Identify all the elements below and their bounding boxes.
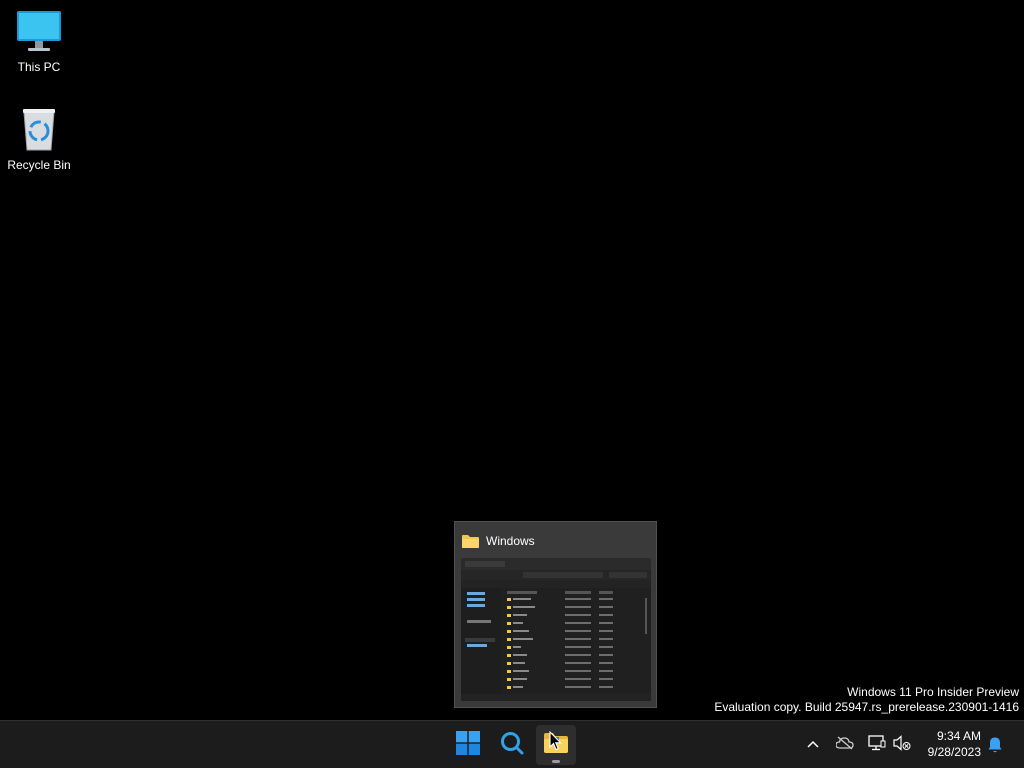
taskbar: 9:34 AM 9/28/2023 bbox=[0, 720, 1024, 768]
monitor-icon bbox=[15, 8, 63, 56]
taskbar-clock[interactable]: 9:34 AM 9/28/2023 bbox=[928, 728, 981, 760]
windows-logo-icon bbox=[456, 730, 480, 760]
evaluation-watermark: Windows 11 Pro Insider Preview Evaluatio… bbox=[714, 685, 1019, 715]
preview-header: Windows bbox=[462, 532, 535, 550]
onedrive-tray-button[interactable] bbox=[835, 735, 855, 755]
watermark-line-2: Evaluation copy. Build 25947.rs_prerelea… bbox=[714, 700, 1019, 714]
notifications-button[interactable] bbox=[986, 736, 1006, 756]
search-button[interactable] bbox=[492, 725, 532, 765]
clock-time: 9:34 AM bbox=[936, 729, 981, 743]
desktop-icon-label: This PC bbox=[17, 60, 61, 74]
desktop-icon-this-pc[interactable]: This PC bbox=[1, 8, 77, 74]
window-thumbnail bbox=[461, 558, 651, 701]
start-button[interactable] bbox=[448, 725, 488, 765]
cloud-off-icon bbox=[835, 736, 854, 755]
bell-icon bbox=[986, 737, 1004, 758]
search-icon bbox=[499, 730, 525, 761]
clock-date: 9/28/2023 bbox=[927, 745, 981, 759]
show-hidden-icons-button[interactable] bbox=[803, 735, 823, 755]
desktop-icon-recycle-bin[interactable]: Recycle Bin bbox=[1, 106, 77, 172]
recycle-bin-icon bbox=[15, 106, 63, 154]
volume-muted-icon bbox=[893, 734, 911, 756]
running-indicator bbox=[552, 760, 560, 763]
network-icon bbox=[868, 734, 886, 756]
desktop-icon-label: Recycle Bin bbox=[7, 158, 71, 172]
chevron-up-icon bbox=[806, 736, 820, 754]
preview-title: Windows bbox=[486, 534, 535, 548]
volume-tray-button[interactable] bbox=[892, 734, 912, 756]
folder-icon bbox=[462, 534, 479, 548]
network-tray-button[interactable] bbox=[867, 734, 887, 756]
mouse-pointer-icon bbox=[549, 730, 563, 751]
watermark-line-1: Windows 11 Pro Insider Preview bbox=[847, 685, 1019, 699]
taskbar-thumbnail-preview[interactable]: Windows bbox=[454, 521, 657, 708]
